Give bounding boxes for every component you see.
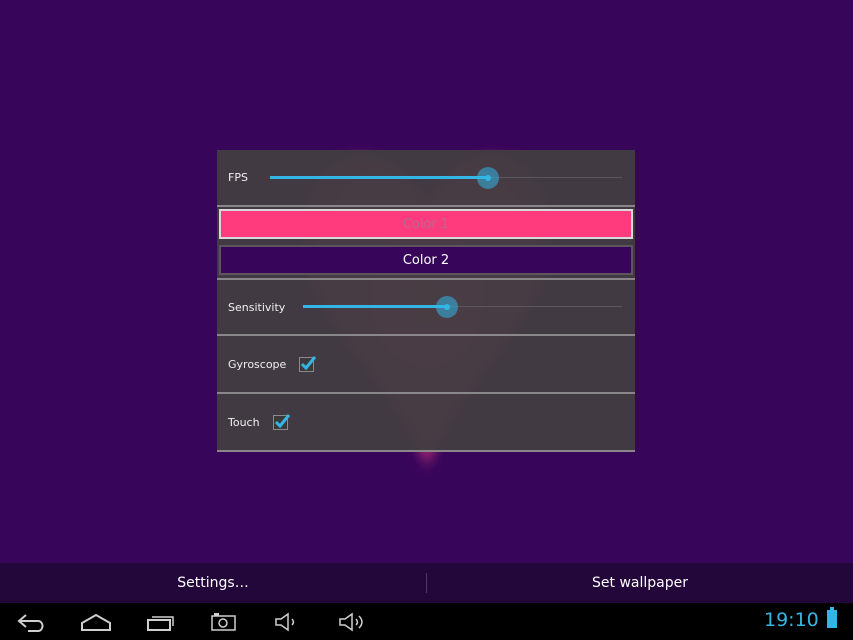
recent-apps-icon[interactable] <box>145 611 177 633</box>
gyroscope-row[interactable]: Gyroscope <box>217 336 635 394</box>
system-nav-bar <box>0 603 853 640</box>
settings-button[interactable]: Settings… <box>0 563 426 603</box>
screenshot-icon[interactable] <box>209 611 239 633</box>
touch-label: Touch <box>228 415 260 429</box>
touch-checkbox[interactable] <box>272 413 290 430</box>
set-wallpaper-button[interactable]: Set wallpaper <box>427 563 853 603</box>
settings-panel: FPS Color 1 Color 2 Sensitivity Gyroscop… <box>217 150 635 452</box>
fps-slider-fill <box>270 175 489 179</box>
fps-slider[interactable] <box>270 163 622 193</box>
volume-up-icon[interactable] <box>337 611 369 633</box>
gyroscope-checkbox[interactable] <box>299 355 317 372</box>
battery-icon <box>827 607 837 628</box>
volume-down-icon[interactable] <box>273 611 303 633</box>
fps-label: FPS <box>228 171 248 184</box>
checkmark-icon <box>301 355 317 370</box>
fps-slider-thumb[interactable] <box>477 166 500 189</box>
sensitivity-slider-thumb[interactable] <box>435 296 458 318</box>
color-1-button[interactable]: Color 1 <box>219 209 633 239</box>
gyroscope-label: Gyroscope <box>228 357 287 371</box>
back-icon[interactable] <box>16 611 48 633</box>
sensitivity-slider-fill <box>303 305 447 308</box>
sensitivity-label: Sensitivity <box>228 300 286 314</box>
fps-row: FPS <box>217 150 635 207</box>
wallpaper-action-bar: Settings… Set wallpaper <box>0 563 853 603</box>
home-icon[interactable] <box>80 611 112 633</box>
sensitivity-row: Sensitivity <box>217 278 635 336</box>
color-2-button[interactable]: Color 2 <box>219 245 633 275</box>
status-clock: 19:10 <box>764 609 819 631</box>
touch-row[interactable]: Touch <box>217 394 635 452</box>
checkmark-icon <box>274 413 290 428</box>
live-wallpaper-preview: FPS Color 1 Color 2 Sensitivity Gyroscop… <box>0 0 853 640</box>
sensitivity-slider[interactable] <box>303 292 622 322</box>
